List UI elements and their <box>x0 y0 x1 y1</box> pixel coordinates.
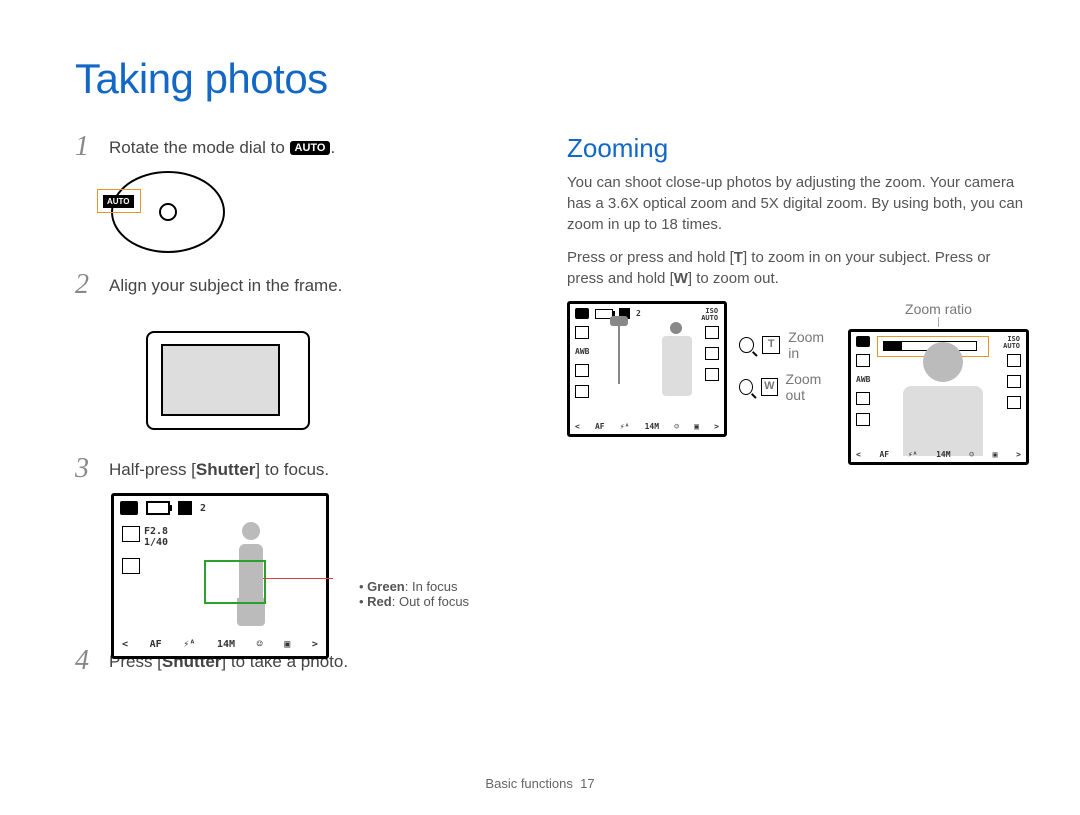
mode-dial: AUTO <box>111 171 225 253</box>
steps-list: 3 Half-press [Shutter] to focus. <box>75 455 537 483</box>
flash-auto-icon: ⚡ᴬ <box>908 450 918 459</box>
right-chevron-icon: > <box>312 639 318 650</box>
resolution-label: 14M <box>645 422 659 431</box>
lcd-tele: ISOAUTO AWB <box>848 329 1029 465</box>
step-2: 2 Align your subject in the frame. <box>75 271 537 299</box>
camera-icon <box>575 308 589 319</box>
zoom-ratio-label: Zoom ratio <box>905 301 972 317</box>
step-number: 4 <box>75 647 95 675</box>
page-footer: Basic functions 17 <box>0 776 1080 791</box>
callout-tick <box>938 317 939 327</box>
step-1: 1 Rotate the mode dial to AUTO. <box>75 133 537 161</box>
resolution-label: 14M <box>936 450 950 459</box>
shots-remaining: 2 <box>200 503 206 514</box>
zoom-out-label: Zoom out <box>786 371 836 403</box>
sharpness-icon <box>1007 375 1021 388</box>
face-detect-icon: ☺ <box>257 639 263 650</box>
step-number: 2 <box>75 271 95 299</box>
battery-icon <box>146 501 170 515</box>
metering-icon <box>575 385 589 398</box>
ois-icon <box>856 354 870 367</box>
zoom-in-button[interactable]: T <box>762 336 780 354</box>
callout-line <box>263 578 333 579</box>
zoom-heading: Zooming <box>567 133 1029 164</box>
auto-label: AUTO <box>103 195 134 208</box>
step-text: Align your subject in the frame. <box>109 271 342 299</box>
camera-icon <box>120 501 138 515</box>
drive-mode-icon: ▣ <box>694 422 699 431</box>
awb-label: AWB <box>856 375 870 384</box>
left-chevron-icon: < <box>122 639 128 650</box>
awb-label: AWB <box>575 347 589 356</box>
steps-list: 2 Align your subject in the frame. <box>75 271 537 299</box>
sharpness-icon <box>705 347 719 360</box>
shots-remaining: 2 <box>636 309 641 318</box>
zoom-ratio-wrap: Zoom ratio ISOAUTO AWB <box>848 301 1029 465</box>
memory-card-icon <box>178 501 192 515</box>
auto-mode-badge: AUTO <box>290 141 331 155</box>
flash-auto-icon: ⚡ᴬ <box>620 422 630 431</box>
left-chevron-icon: < <box>856 450 861 459</box>
focus-color-legend: Green: In focus Red: Out of focus <box>359 579 529 609</box>
camera-icon <box>856 336 870 347</box>
step-number: 1 <box>75 133 95 161</box>
zoom-in-label: Zoom in <box>788 329 836 361</box>
page-title: Taking photos <box>75 55 1032 103</box>
metering-icon <box>856 413 870 426</box>
af-label: AF <box>595 422 605 431</box>
flash-auto-icon: ⚡ᴬ <box>183 639 195 650</box>
ev-icon <box>705 368 719 381</box>
ois-icon <box>575 326 589 339</box>
mode-dial-illustration: AUTO <box>111 171 537 253</box>
zoom-instruction: Press or press and hold [T] to zoom in o… <box>567 247 1029 289</box>
footer-page-number: 17 <box>580 776 594 791</box>
drive-mode-icon: ▣ <box>993 450 998 459</box>
aperture-value: F2.8 <box>144 526 168 537</box>
col-left: 1 Rotate the mode dial to AUTO. AUTO 2 A… <box>75 133 537 683</box>
af-label: AF <box>150 639 162 650</box>
tone-icon <box>1007 354 1021 367</box>
af-label: AF <box>879 450 889 459</box>
col-right: Zooming You can shoot close-up photos by… <box>567 133 1029 683</box>
face-detect-icon: ☺ <box>674 422 679 431</box>
right-chevron-icon: > <box>714 422 719 431</box>
manual-page: Taking photos 1 Rotate the mode dial to … <box>0 0 1080 815</box>
tone-icon <box>705 326 719 339</box>
left-chevron-icon: < <box>575 422 580 431</box>
footer-section: Basic functions <box>485 776 572 791</box>
zoom-out-button[interactable]: W <box>761 378 778 396</box>
mode-icon <box>575 364 589 377</box>
magnifier-minus-icon <box>739 379 753 395</box>
ev-icon <box>1007 396 1021 409</box>
two-column-layout: 1 Rotate the mode dial to AUTO. AUTO 2 A… <box>75 133 1032 683</box>
resolution-label: 14M <box>217 639 235 650</box>
zoom-examples-row: 2 ISOAUTO AWB <box>567 301 1029 465</box>
steps-list: 1 Rotate the mode dial to AUTO. <box>75 133 537 161</box>
shutter-speed: 1/40 <box>144 537 168 548</box>
metering-icon <box>122 558 140 574</box>
step-number: 3 <box>75 455 95 483</box>
zoom-description: You can shoot close-up photos by adjusti… <box>567 172 1029 235</box>
step-text: Half-press [Shutter] to focus. <box>109 455 329 483</box>
hold-camera-illustration <box>111 309 537 437</box>
face-detect-icon: ☺ <box>969 450 974 459</box>
step-3: 3 Half-press [Shutter] to focus. <box>75 455 537 483</box>
focus-rectangle <box>204 560 266 604</box>
drive-mode-icon: ▣ <box>284 639 290 650</box>
step-text: Rotate the mode dial to AUTO. <box>109 133 335 161</box>
lcd-wide: 2 ISOAUTO AWB <box>567 301 727 437</box>
zoom-controls: T Zoom in W Zoom out <box>739 329 836 403</box>
right-chevron-icon: > <box>1016 450 1021 459</box>
ois-icon <box>122 526 140 542</box>
magnifier-plus-icon <box>739 337 754 353</box>
mode-icon <box>856 392 870 405</box>
camera-lcd: 2 F2.8 1/40 < AF <box>111 493 329 659</box>
